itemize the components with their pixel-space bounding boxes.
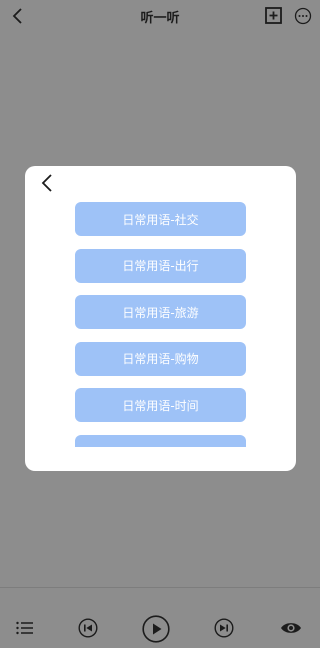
play-button[interactable]: [142, 615, 170, 643]
play-icon: [142, 615, 170, 643]
list-item-tourism[interactable]: 日常用语-旅游: [75, 295, 246, 330]
list-item-time[interactable]: 日常用语-时间: [75, 388, 246, 423]
player-controls: [0, 587, 320, 648]
add-button[interactable]: [265, 7, 282, 24]
eye-icon: [281, 623, 301, 633]
modal-back-button[interactable]: [36, 172, 58, 194]
next-button[interactable]: [214, 618, 234, 638]
list-icon: [16, 621, 33, 635]
previous-button[interactable]: [78, 618, 98, 638]
plus-square-icon: [265, 7, 282, 24]
ellipsis-circle-icon: [294, 7, 312, 25]
list-item-shopping[interactable]: 日常用语-购物: [75, 341, 246, 376]
previous-icon: [78, 618, 98, 638]
list-item-partial[interactable]: [75, 434, 246, 447]
next-icon: [214, 618, 234, 638]
chevron-left-icon: [41, 174, 52, 192]
category-modal: 日常用语-社交 日常用语-出行 日常用语-旅游 日常用语-购物 日常用语-时间: [25, 166, 296, 471]
category-list[interactable]: 日常用语-社交 日常用语-出行 日常用语-旅游 日常用语-购物 日常用语-时间: [75, 202, 247, 447]
visibility-button[interactable]: [280, 621, 302, 635]
list-item-travel[interactable]: 日常用语-出行: [75, 248, 246, 283]
header-bar: 听一听: [0, 0, 320, 32]
list-item-social[interactable]: 日常用语-社交: [75, 202, 246, 236]
playlist-button[interactable]: [16, 620, 34, 636]
more-button[interactable]: [294, 7, 312, 25]
